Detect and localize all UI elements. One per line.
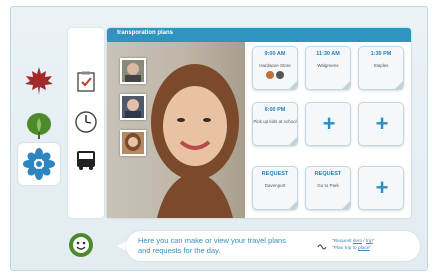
add-plan-button[interactable]: +	[358, 102, 404, 146]
video-feed	[107, 42, 245, 218]
plus-icon: +	[375, 111, 389, 136]
plan-description: Pick up kids at school	[253, 119, 297, 124]
request-label: REQUEST	[314, 171, 342, 177]
bus-icon[interactable]	[74, 148, 98, 172]
plan-description: Staples	[373, 63, 389, 68]
request-label: REQUEST	[261, 171, 289, 177]
plan-time: 6:00 PM	[264, 107, 286, 113]
request-description: Go to Park	[317, 183, 339, 188]
plan-tile[interactable]: 11:30 AM Walgreens	[305, 46, 351, 90]
voice-command-hints: "Request item / trip" "Plan trip to plac…	[332, 238, 416, 252]
panel-title: transporation plans	[117, 30, 174, 36]
participant-avatar	[276, 71, 284, 79]
request-tile[interactable]: REQUEST Go to Park	[305, 166, 351, 210]
plan-tile[interactable]: 9:00 AM Hardware Store	[252, 46, 298, 90]
hint-link-trip[interactable]: trip	[366, 239, 373, 244]
hint-link-item[interactable]: item	[353, 239, 362, 244]
clock-icon[interactable]	[74, 110, 98, 134]
speech-wave-icon	[316, 240, 328, 252]
panel-header: transporation plans	[107, 28, 411, 42]
hint-link-place[interactable]: place	[358, 246, 369, 251]
plus-icon: +	[375, 175, 389, 200]
smiley-icon[interactable]	[68, 232, 94, 258]
tile-corner	[342, 201, 350, 209]
contact-thumbnail[interactable]	[120, 94, 146, 120]
checklist-icon[interactable]	[74, 70, 98, 94]
blue-flower-icon[interactable]	[18, 143, 60, 185]
request-description: Davenport	[264, 183, 286, 188]
contact-thumbnail[interactable]	[120, 58, 146, 84]
plan-time: 1:30 PM	[370, 51, 392, 57]
plan-description: Walgreens	[317, 63, 339, 68]
tile-corner	[289, 201, 297, 209]
tile-corner	[395, 81, 403, 89]
plus-icon: +	[322, 111, 336, 136]
participant-avatar	[266, 71, 274, 79]
plan-description: Hardware Store	[259, 63, 291, 68]
add-request-button[interactable]: +	[358, 166, 404, 210]
assistant-message-bubble: Here you can make or view your travel pl…	[126, 231, 420, 261]
contact-thumbnail[interactable]	[120, 130, 146, 156]
green-leaf-icon[interactable]	[22, 108, 56, 142]
hint-line: "Plan trip to place"	[332, 246, 372, 251]
maple-leaf-icon[interactable]	[22, 64, 56, 98]
plan-time: 9:00 AM	[264, 51, 286, 57]
tile-corner	[342, 81, 350, 89]
plan-tile[interactable]: 6:00 PM Pick up kids at school	[252, 102, 298, 146]
assistant-message: Here you can make or view your travel pl…	[138, 236, 286, 255]
tile-corner	[289, 81, 297, 89]
request-tile[interactable]: REQUEST Davenport	[252, 166, 298, 210]
tool-bar	[68, 28, 104, 218]
hint-line: "Request item / trip"	[332, 239, 375, 244]
transportation-panel: transporation plans 9:00 AM Hardware Sto…	[107, 28, 411, 218]
tile-corner	[289, 137, 297, 145]
add-plan-button[interactable]: +	[305, 102, 351, 146]
plan-tile[interactable]: 1:30 PM Staples	[358, 46, 404, 90]
plan-time: 11:30 AM	[316, 51, 340, 57]
